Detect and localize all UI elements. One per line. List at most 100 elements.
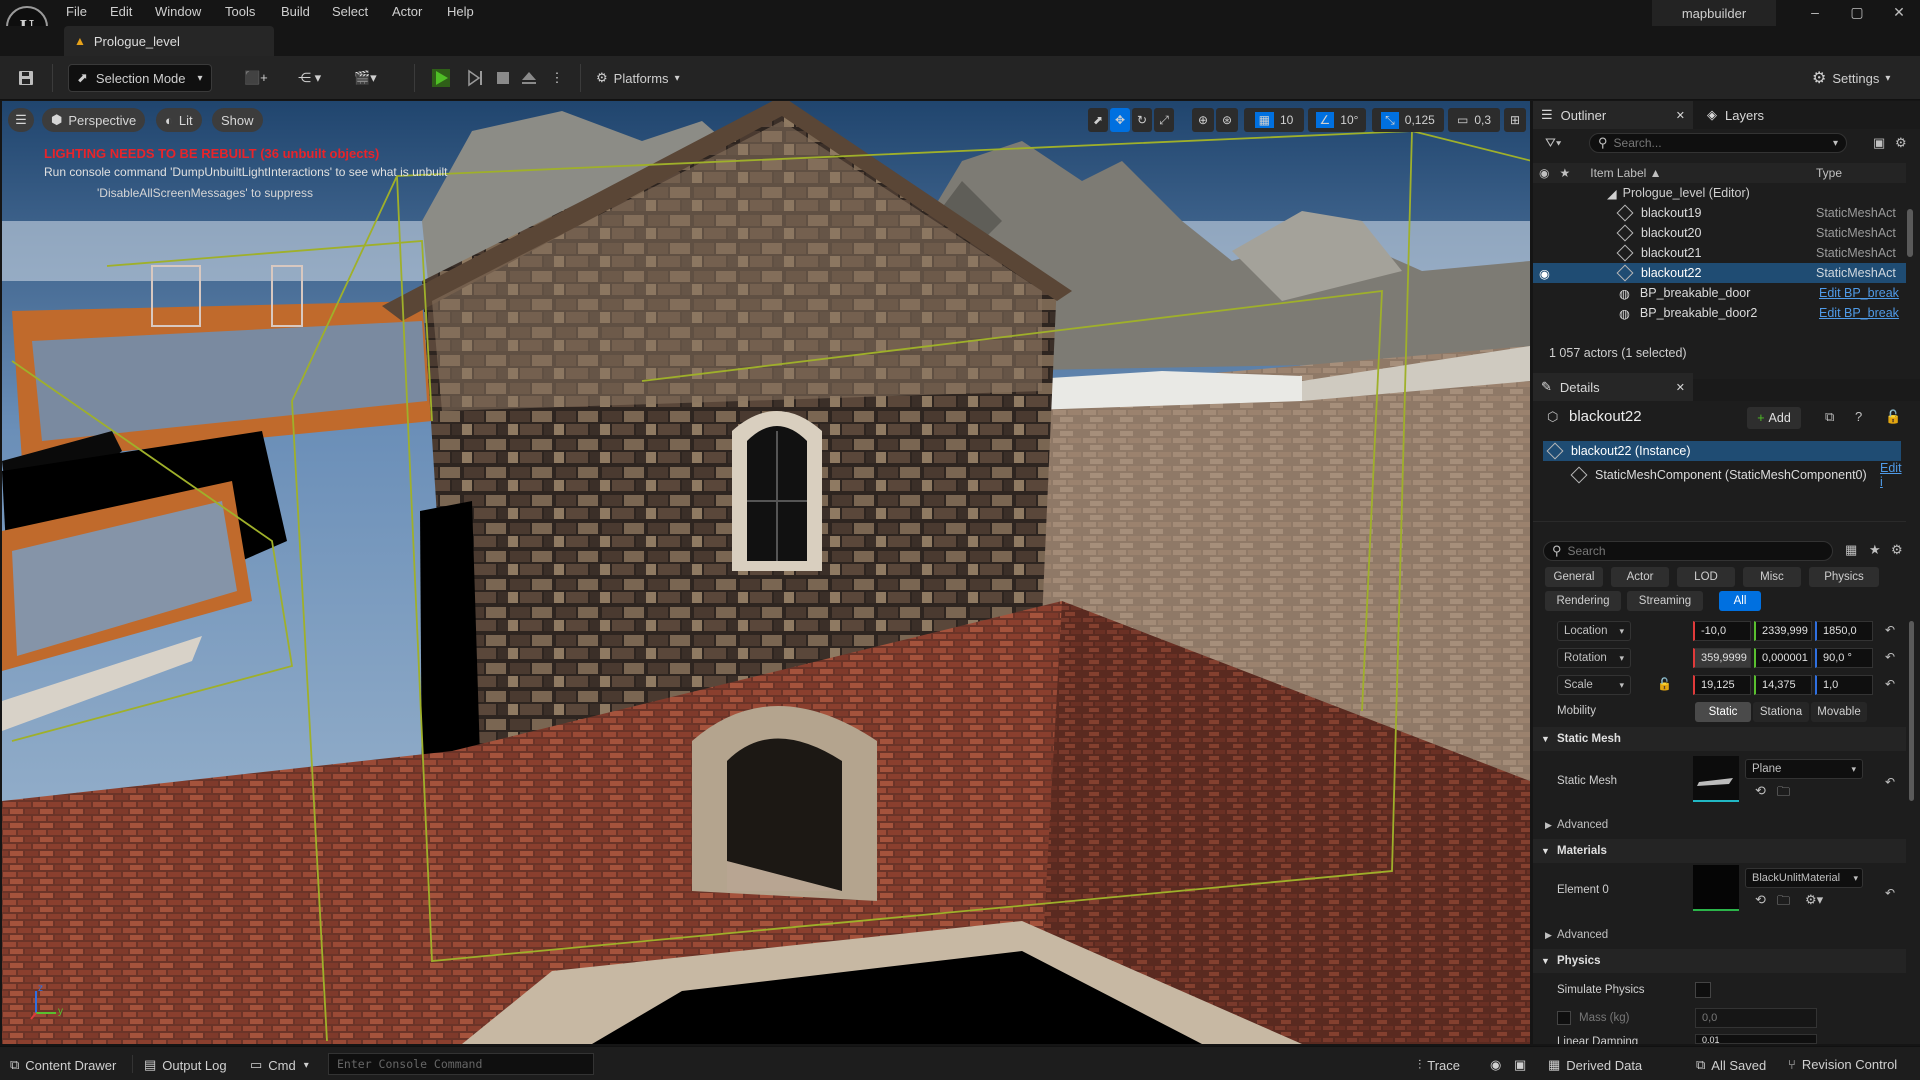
outliner-row[interactable]: blackout20 StaticMeshAct	[1533, 223, 1906, 243]
gear-icon[interactable]: ⚙	[1895, 135, 1907, 151]
column-item-label[interactable]: Item Label ▲	[1590, 166, 1661, 180]
filter-icon[interactable]: ⛛▾	[1545, 135, 1561, 151]
scale-y-field[interactable]: 14,375	[1754, 675, 1812, 695]
details-scrollbar[interactable]	[1909, 621, 1914, 801]
tab-details[interactable]: ✎ Details ✕	[1533, 373, 1693, 401]
menu-select[interactable]: Select	[332, 4, 368, 19]
use-selected-icon[interactable]: ⟲	[1755, 783, 1766, 799]
location-z-field[interactable]: 1850,0	[1815, 621, 1873, 641]
tab-layers[interactable]: ◈ Layers	[1699, 101, 1799, 129]
category-lod[interactable]: LOD	[1677, 567, 1735, 587]
browse-icon[interactable]: 🗀	[1777, 783, 1790, 805]
reset-rotation-icon[interactable]: ↶	[1885, 650, 1895, 664]
use-selected-icon[interactable]: ⟲	[1755, 892, 1766, 908]
level-viewport[interactable]: ☰ ⬢ Perspective ◐ Lit Show ⬈ ✥ ↻ ⤢ ⊕ ⊛ ▦ 10…	[2, 101, 1530, 1044]
outliner-row[interactable]: ◍ BP_breakable_door2 Edit BP_break	[1533, 303, 1906, 323]
category-misc[interactable]: Misc	[1743, 567, 1801, 587]
selection-mode-dropdown[interactable]: ⬈ Selection Mode ▾	[68, 64, 212, 92]
material-thumbnail[interactable]	[1693, 865, 1739, 911]
star-icon[interactable]: ★	[1869, 542, 1881, 558]
scale-z-field[interactable]: 1,0	[1815, 675, 1873, 695]
outliner-root-row[interactable]: ◢ Prologue_level (Editor)	[1533, 183, 1906, 203]
reset-material-icon[interactable]: ↶	[1885, 886, 1895, 900]
rotation-x-field[interactable]: 359,9999	[1693, 648, 1751, 668]
advanced-expander-1[interactable]: ▶ Advanced	[1543, 815, 1743, 835]
outliner-row[interactable]: ◍ BP_breakable_door Edit BP_break	[1533, 283, 1906, 303]
lock-icon[interactable]: 🔓	[1885, 409, 1901, 425]
rotation-dropdown[interactable]: Rotation ▾	[1557, 648, 1631, 668]
close-icon[interactable]: ✕	[1676, 381, 1685, 394]
save-icon[interactable]	[14, 64, 38, 92]
close-icon[interactable]: ✕	[1676, 109, 1685, 122]
location-y-field[interactable]: 2339,999	[1754, 621, 1812, 641]
outliner-row[interactable]: blackout21 StaticMeshAct	[1533, 243, 1906, 263]
lit-dropdown[interactable]: ◐ Lit	[156, 108, 202, 132]
show-dropdown[interactable]: Show	[212, 108, 263, 132]
mobility-stationary[interactable]: Stationa	[1753, 702, 1809, 722]
menu-tools[interactable]: Tools	[225, 4, 255, 19]
menu-actor[interactable]: Actor	[392, 4, 422, 19]
menu-window[interactable]: Window	[155, 4, 201, 19]
details-actor-name[interactable]: blackout22	[1569, 408, 1642, 425]
category-physics[interactable]: Physics	[1809, 567, 1879, 587]
close-window-button[interactable]: ✕	[1886, 4, 1912, 22]
static-mesh-thumbnail[interactable]	[1693, 756, 1739, 802]
cinematics-button[interactable]: 🎬▾	[354, 64, 394, 92]
rotate-tool-icon[interactable]: ↻	[1132, 108, 1152, 132]
maximize-button[interactable]: ▢	[1844, 4, 1870, 22]
lock-scale-icon[interactable]: 🔓	[1657, 677, 1672, 691]
mass-field[interactable]: 0,0	[1695, 1008, 1817, 1028]
physics-section[interactable]: ▼ Physics	[1533, 949, 1906, 973]
rotation-z-field[interactable]: 90,0 °	[1815, 648, 1873, 668]
console-command-input[interactable]: Enter Console Command	[328, 1053, 594, 1075]
menu-edit[interactable]: Edit	[110, 4, 132, 19]
screenshot-icon[interactable]: ▣	[1514, 1057, 1526, 1073]
tab-outliner[interactable]: ☰ Outliner ✕	[1533, 101, 1693, 129]
stop-button[interactable]	[492, 64, 514, 92]
menu-help[interactable]: Help	[447, 4, 474, 19]
column-type[interactable]: Type	[1816, 166, 1842, 180]
instance-row[interactable]: blackout22 (Instance)	[1543, 441, 1901, 461]
edit-component-link[interactable]: Edit i	[1880, 461, 1903, 489]
mass-override-checkbox[interactable]	[1557, 1011, 1571, 1025]
menu-file[interactable]: File	[66, 4, 87, 19]
add-folder-icon[interactable]: ▣	[1873, 135, 1885, 151]
move-tool-icon[interactable]: ✥	[1110, 108, 1130, 132]
blueprint-convert-icon[interactable]: ⧉	[1825, 409, 1834, 425]
world-space-icon[interactable]: ⊕	[1192, 108, 1214, 132]
camera-speed-button[interactable]: ▭ 0,3	[1448, 108, 1500, 132]
reset-mesh-icon[interactable]: ↶	[1885, 775, 1895, 789]
category-actor[interactable]: Actor	[1611, 567, 1669, 587]
materials-section[interactable]: ▼ Materials	[1533, 839, 1906, 863]
material-dropdown[interactable]: BlackUnlitMaterial ▾	[1745, 868, 1863, 888]
edit-blueprint-link[interactable]: Edit BP_break	[1819, 306, 1899, 320]
category-general[interactable]: General	[1545, 567, 1603, 587]
static-mesh-section[interactable]: ▼ Static Mesh	[1533, 727, 1906, 751]
outliner-row[interactable]: blackout19 StaticMeshAct	[1533, 203, 1906, 223]
revision-control-button[interactable]: ⑂ Revision Control	[1788, 1057, 1897, 1072]
static-mesh-dropdown[interactable]: Plane ▾	[1745, 759, 1863, 779]
cmd-dropdown[interactable]: ▭ Cmd ▾	[250, 1057, 309, 1073]
outliner-scrollbar[interactable]	[1907, 209, 1913, 257]
step-button[interactable]	[464, 64, 486, 92]
menu-build[interactable]: Build	[281, 4, 310, 19]
advanced-expander-2[interactable]: ▶ Advanced	[1543, 925, 1743, 945]
gear-icon[interactable]: ⚙	[1891, 542, 1903, 558]
star-icon[interactable]: ★	[1559, 166, 1570, 180]
category-all[interactable]: All	[1719, 591, 1761, 611]
settings-dropdown[interactable]: ⚙ Settings ▾	[1812, 64, 1912, 92]
mobility-movable[interactable]: Movable	[1811, 702, 1867, 722]
category-streaming[interactable]: Streaming	[1627, 591, 1703, 611]
blueprint-button[interactable]: ⋲ ▾	[298, 64, 338, 92]
table-view-icon[interactable]: ▦	[1845, 542, 1857, 558]
reset-location-icon[interactable]: ↶	[1885, 623, 1895, 637]
browse-icon[interactable]: 🗀	[1777, 892, 1790, 914]
simulate-physics-checkbox[interactable]	[1695, 982, 1711, 998]
linear-damping-field[interactable]: 0,01	[1695, 1034, 1817, 1044]
platforms-dropdown[interactable]: ⚙ Platforms ▾	[596, 64, 696, 92]
viewport-menu-button[interactable]: ☰	[8, 108, 34, 132]
scale-tool-icon[interactable]: ⤢	[1154, 108, 1174, 132]
edit-blueprint-link[interactable]: Edit BP_break	[1819, 286, 1899, 300]
component-row[interactable]: StaticMeshComponent (StaticMeshComponent…	[1570, 461, 1903, 489]
all-saved-button[interactable]: ⧉ All Saved	[1696, 1057, 1766, 1073]
